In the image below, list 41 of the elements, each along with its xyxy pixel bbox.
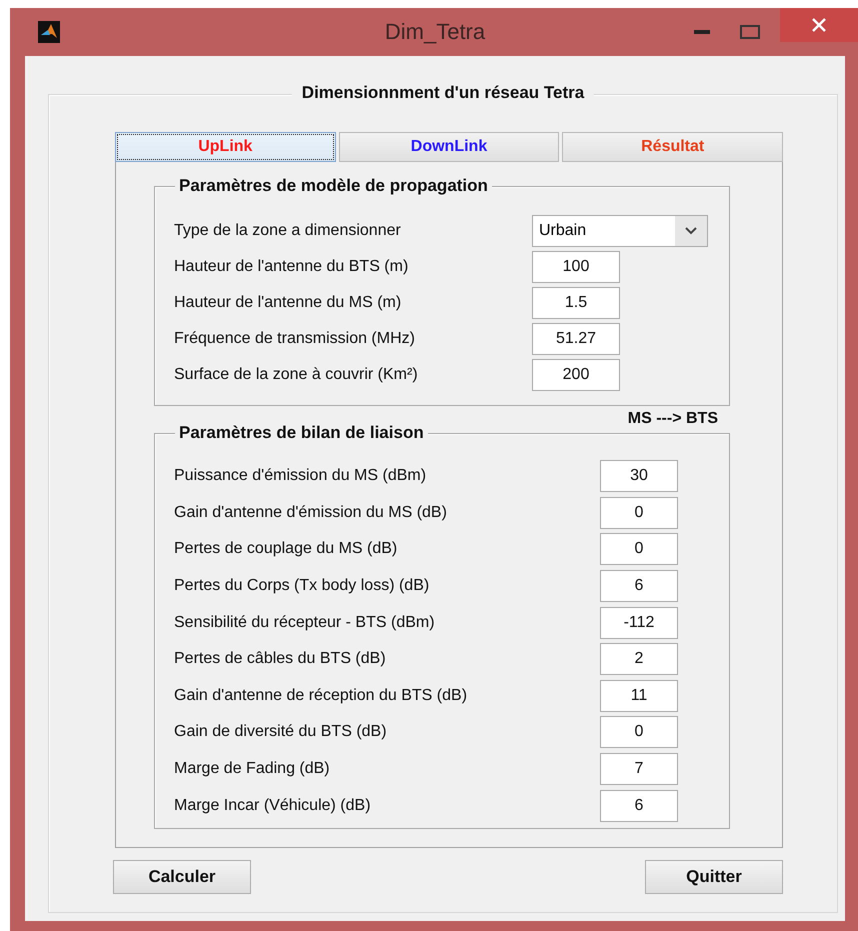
- field-label: Hauteur de l'antenne du BTS (m): [174, 258, 410, 276]
- field-label: Surface de la zone à couvrir (Km²): [174, 366, 419, 384]
- field-label: Type de la zone a dimensionner: [174, 222, 402, 240]
- action-button[interactable]: Quitter: [645, 860, 783, 894]
- zone-dropdown[interactable]: Urbain: [532, 215, 708, 247]
- group-title: Paramètres de modèle de propagation: [175, 176, 492, 196]
- field-label: Pertes de couplage du MS (dB): [174, 540, 398, 558]
- input-field[interactable]: 11: [600, 680, 678, 712]
- field-label: Gain de diversité du BTS (dB): [174, 723, 388, 742]
- field-label: Fréquence de transmission (MHz): [174, 330, 416, 348]
- input-field[interactable]: 7: [600, 753, 678, 786]
- input-field[interactable]: 6: [600, 570, 678, 602]
- direction-label: MS ---> BTS: [628, 410, 718, 428]
- field-label: Pertes du Corps (Tx body loss) (dB): [174, 577, 430, 596]
- chevron-down-icon: [685, 227, 697, 235]
- input-field[interactable]: 30: [600, 460, 678, 492]
- tab[interactable]: DownLink: [338, 132, 560, 162]
- input-field[interactable]: 51.27: [532, 323, 620, 355]
- input-field[interactable]: 0: [600, 496, 678, 529]
- field-label: Gain d'antenne de réception du BTS (dB): [174, 686, 468, 705]
- action-button[interactable]: Calculer: [113, 860, 251, 894]
- close-icon: [812, 18, 826, 32]
- input-field[interactable]: 2: [600, 643, 678, 676]
- window-title: Dim_Tetra: [384, 19, 486, 45]
- maximize-icon[interactable]: [740, 25, 760, 39]
- input-field[interactable]: 0: [600, 533, 678, 566]
- field-label: Gain d'antenne d'émission du MS (dB): [174, 504, 448, 522]
- input-field[interactable]: 0: [600, 716, 678, 748]
- input-field[interactable]: 1.5: [532, 287, 620, 319]
- input-field[interactable]: 100: [532, 251, 620, 283]
- field-label: Puissance d'émission du MS (dBm): [174, 467, 428, 486]
- input-field[interactable]: 200: [532, 359, 620, 391]
- input-field[interactable]: -112: [600, 606, 678, 639]
- field-label: Pertes de câbles du BTS (dB): [174, 650, 387, 668]
- input-field[interactable]: 6: [600, 790, 678, 822]
- field-label: Hauteur de l'antenne du MS (m): [174, 294, 402, 312]
- app-icon: [38, 21, 60, 43]
- field-label: Marge de Fading (dB): [174, 760, 331, 778]
- field-label: Marge Incar (Véhicule) (dB): [174, 796, 372, 815]
- field-label: Sensibilité du récepteur - BTS (dBm): [174, 614, 436, 632]
- close-button[interactable]: [780, 8, 858, 42]
